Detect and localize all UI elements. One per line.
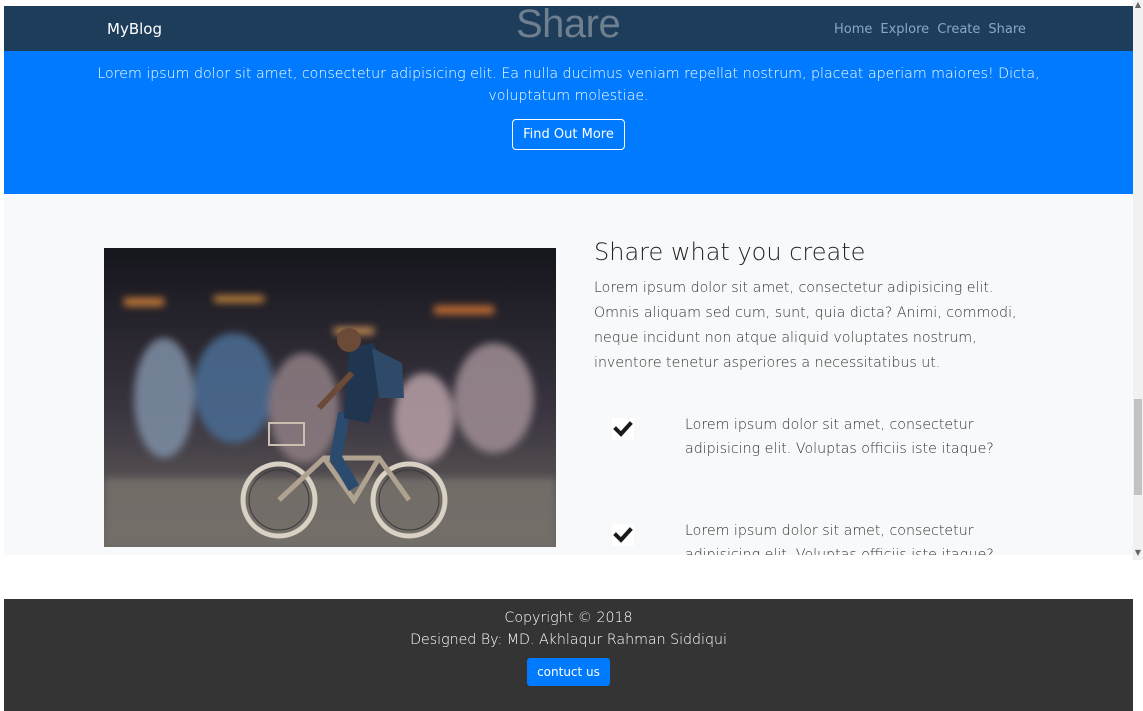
cyclist-photo	[104, 248, 556, 547]
hero-text: Lorem ipsum dolor sit amet, consectetur …	[97, 66, 1040, 104]
check-icon	[612, 524, 634, 546]
footer: Copyright © 2018 Designed By: MD. Akhlaq…	[4, 599, 1133, 711]
feature-list-text: Lorem ipsum dolor sit amet, consectetur …	[685, 523, 994, 555]
page-title: Share	[516, 2, 621, 46]
feature-title: Share what you create	[594, 238, 866, 266]
scrollbar-thumb[interactable]	[1134, 399, 1142, 495]
vertical-scrollbar[interactable]: ▲ ▼	[1133, 0, 1143, 560]
contact-us-button[interactable]: contuct us	[527, 658, 610, 686]
navbar: MyBlog Share Home Explore Create Share	[4, 2, 1133, 51]
copyright-text: Copyright © 2018	[504, 610, 633, 626]
hero-section: Lorem ipsum dolor sit amet, consectetur …	[4, 51, 1133, 194]
brand-logo[interactable]: MyBlog	[107, 20, 162, 38]
feature-list-text: Lorem ipsum dolor sit amet, consectetur …	[685, 417, 994, 457]
nav-link-explore[interactable]: Explore	[880, 22, 929, 37]
scroll-up-arrow-icon[interactable]: ▲	[1133, 0, 1143, 10]
designer-credit: Designed By: MD. Akhlaqur Rahman Siddiqu…	[410, 632, 727, 648]
feature-text: Lorem ipsum dolor sit amet, consectetur …	[594, 280, 1017, 371]
find-out-more-button[interactable]: Find Out More	[512, 119, 625, 150]
feature-section: Share what you create Lorem ipsum dolor …	[4, 194, 1133, 555]
scroll-down-arrow-icon[interactable]: ▼	[1133, 548, 1143, 558]
check-icon	[612, 418, 634, 440]
nav-link-share[interactable]: Share	[988, 22, 1026, 37]
nav-link-create[interactable]: Create	[937, 22, 980, 37]
nav-menu: Home Explore Create Share	[834, 22, 1026, 37]
nav-link-home[interactable]: Home	[834, 22, 872, 37]
